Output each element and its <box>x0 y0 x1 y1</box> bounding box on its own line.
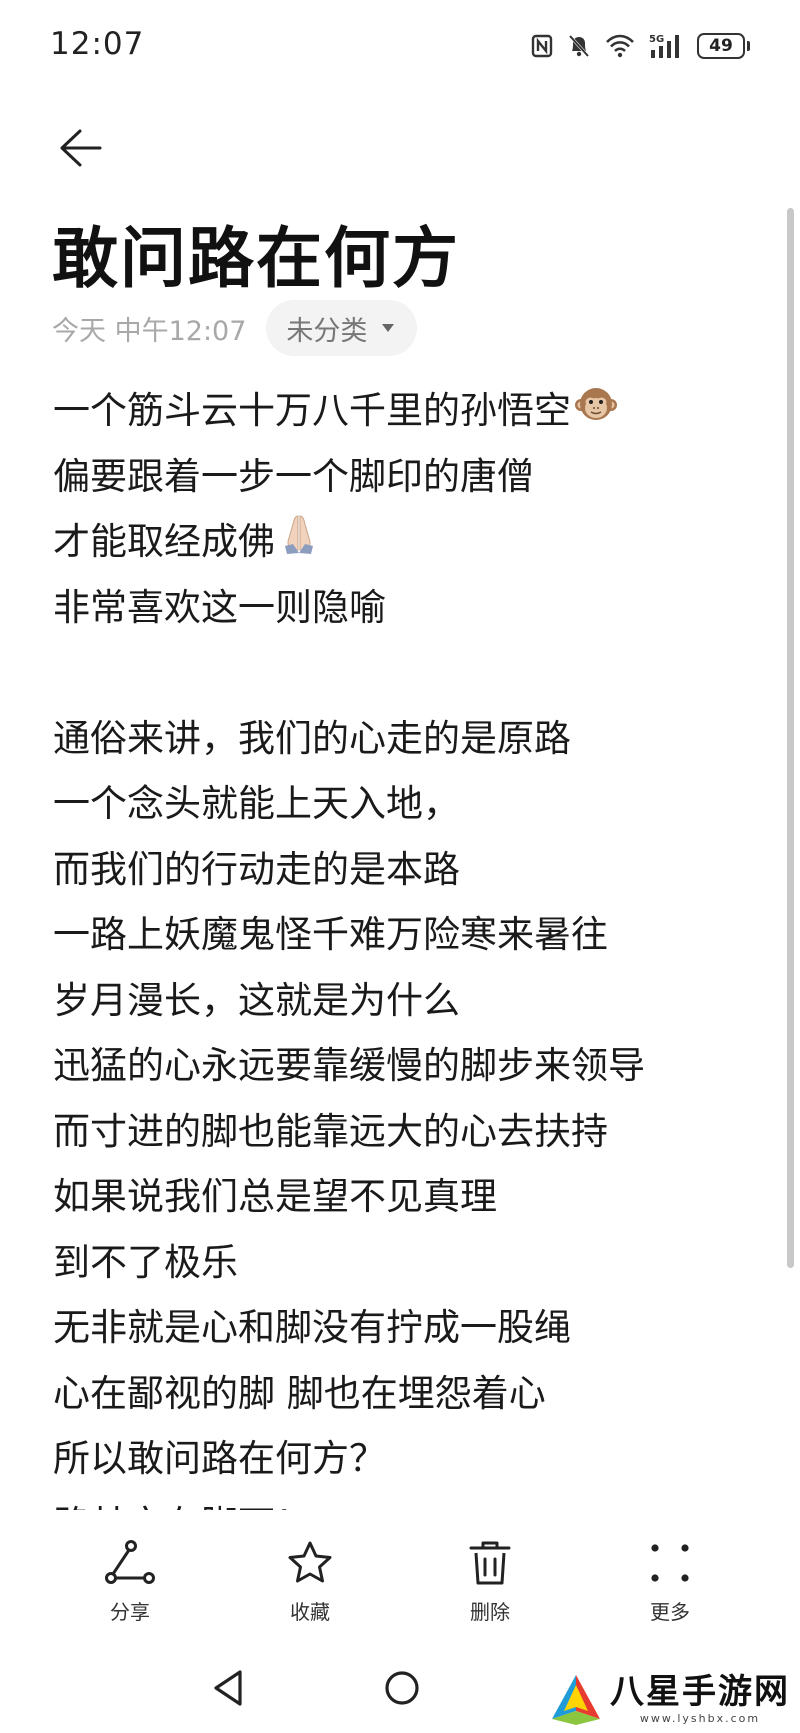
note-line: 到不了极乐 <box>53 1240 238 1284</box>
arrow-left-icon <box>60 129 102 167</box>
delete-label: 删除 <box>470 1600 510 1624</box>
signal-icon: 5G <box>649 32 683 60</box>
watermark-text: 八星手游网 www.lyshbx.com <box>610 1672 790 1726</box>
note-line: 非常喜欢这一则隐喻 <box>53 585 386 629</box>
note-line: 一路上妖魔鬼怪千难万险寒来暑往 <box>53 913 608 956</box>
favorite-label: 收藏 <box>290 1600 330 1624</box>
status-time: 12:07 <box>50 26 145 62</box>
note-line: 偏要跟着一步一个脚印的唐僧 <box>53 454 534 498</box>
battery-icon: 49 <box>697 33 750 59</box>
note-line: 无非就是心和脚没有拧成一股绳 <box>53 1306 571 1349</box>
bottom-toolbar: 分享 收藏 删除 更多 <box>0 1536 800 1636</box>
back-button[interactable] <box>52 120 108 176</box>
note-date: 今天 中午12:07 <box>52 315 247 347</box>
note-line: 岁月漫长，这就是为什么 <box>53 978 460 1022</box>
svg-text:5G: 5G <box>649 34 664 45</box>
watermark-main: 八星手游网 <box>610 1672 790 1712</box>
note-line: 迅猛的心永远要靠缓慢的脚步来领导 <box>53 1044 645 1087</box>
share-label: 分享 <box>110 1600 150 1624</box>
caret-down-icon <box>382 324 395 332</box>
note-line: 所以敢问路在何方？ <box>53 1437 386 1480</box>
category-label: 未分类 <box>286 315 368 347</box>
nav-home-button[interactable] <box>382 1668 422 1712</box>
note-line: 才能取经成佛 <box>53 509 763 575</box>
more-button[interactable]: 更多 <box>610 1536 730 1636</box>
battery-level: 49 <box>697 33 745 59</box>
note-line: 而寸进的脚也能靠远大的心去扶持 <box>53 1109 608 1153</box>
note-line: 如果说我们总是望不见真理 <box>53 1175 497 1218</box>
share-icon <box>105 1540 155 1584</box>
more-label: 更多 <box>650 1600 690 1624</box>
note-line: 路其实在脚下！ <box>53 1492 763 1511</box>
nfc-icon <box>531 34 553 58</box>
status-icons: 5G 49 <box>531 30 750 62</box>
favorite-button[interactable]: 收藏 <box>250 1536 370 1636</box>
note-line: 心在鄙视的脚 脚也在埋怨着心 <box>53 1371 546 1415</box>
category-dropdown[interactable]: 未分类 <box>266 300 418 356</box>
mute-icon <box>567 33 591 59</box>
more-dots-icon <box>651 1544 689 1582</box>
triangle-back-icon <box>214 1670 242 1706</box>
star-icon <box>288 1541 332 1583</box>
note-body[interactable]: 一个筋斗云十万八千里的孙悟空 偏要跟着一步一个脚印的唐僧 才能取经成佛 非常喜欢… <box>53 378 763 1510</box>
delete-button[interactable]: 删除 <box>430 1536 550 1636</box>
note-title[interactable]: 敢问路在何方 <box>52 205 460 301</box>
nav-back-button[interactable] <box>210 1668 246 1712</box>
wifi-icon <box>605 34 635 58</box>
folded-hands-icon <box>279 509 319 575</box>
note-meta: 今天 中午12:07 未分类 <box>52 300 418 356</box>
watermark-logo-icon <box>552 1675 600 1725</box>
note-line: 一个念头就能上天入地， <box>53 782 460 825</box>
note-line: 而我们的行动走的是本路 <box>53 847 460 891</box>
note-line: 一个筋斗云十万八千里的孙悟空 <box>53 378 763 444</box>
trash-icon <box>469 1541 511 1585</box>
note-line <box>53 640 763 706</box>
site-watermark: 八星手游网 www.lyshbx.com <box>542 1668 796 1730</box>
status-bar: 12:07 5G 49 <box>0 0 800 90</box>
watermark-url: www.lyshbx.com <box>639 1712 761 1725</box>
note-line: 通俗来讲，我们的心走的是原路 <box>53 716 571 760</box>
share-button[interactable]: 分享 <box>70 1536 190 1636</box>
circle-home-icon <box>385 1671 419 1705</box>
scrollbar[interactable] <box>787 208 794 1268</box>
monkey-icon <box>575 378 617 444</box>
